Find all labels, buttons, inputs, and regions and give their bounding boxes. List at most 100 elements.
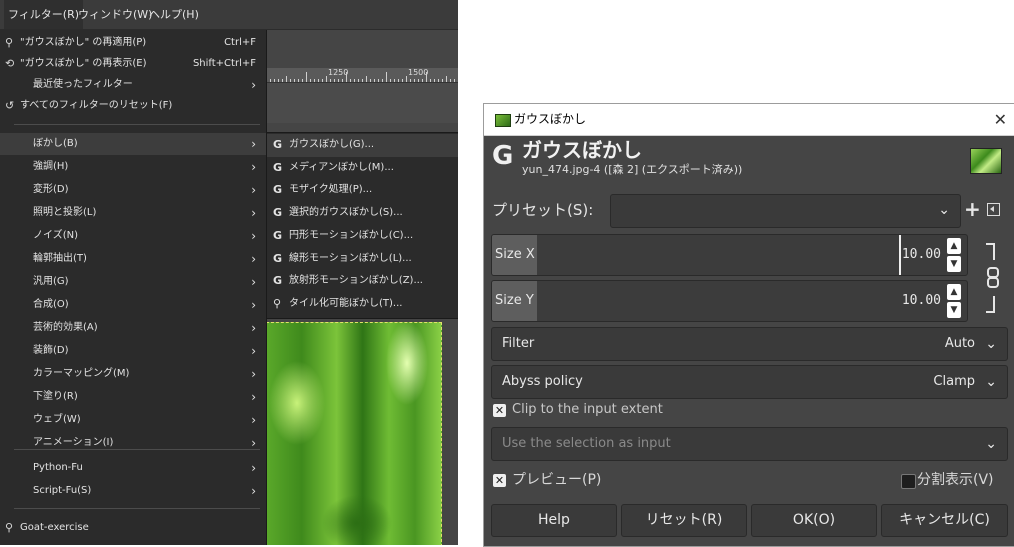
- menu-item-generic[interactable]: 汎用(G) ›: [0, 271, 266, 293]
- menu-item-reapply[interactable]: ⚲ "ガウスぼかし" の再適用(P) Ctrl+F: [0, 32, 266, 54]
- abyss-policy-value: Clamp: [933, 374, 975, 389]
- submenu-item-gaussian-blur[interactable]: G ガウスぼかし(G)...: [267, 134, 458, 157]
- filter-combo[interactable]: Filter Auto ⌄: [491, 327, 1008, 361]
- menu-item-label: Goat-exercise: [20, 522, 89, 533]
- menu-item-label: ノイズ(N): [33, 230, 78, 241]
- gimp-window: フィルター(R) ウィンドウ(W) ヘルプ(H) 1250 1500 ⚲ "ガウ…: [0, 0, 458, 545]
- menu-item-web[interactable]: ウェブ(W) ›: [0, 409, 266, 431]
- menu-item-label: Script-Fu(S): [33, 485, 92, 496]
- submenu-item-tileable-blur[interactable]: ⚲ タイル化可能ぼかし(T)...: [267, 293, 458, 316]
- reapply-icon: ⚲: [5, 36, 14, 49]
- submenu-item-selective-gaussian[interactable]: G 選択的ガウスぼかし(S)...: [267, 202, 458, 225]
- menu-item-reset-all[interactable]: ↺ すべてのフィルターのリセット(F): [0, 95, 266, 117]
- filter-value: Auto: [944, 336, 975, 351]
- split-view-label: 分割表示(V): [917, 472, 994, 488]
- menu-item-noise[interactable]: ノイズ(N) ›: [0, 225, 266, 247]
- window-title: ガウスぼかし: [514, 112, 587, 126]
- menu-item-goat-exercise[interactable]: ⚲ Goat-exercise: [0, 517, 266, 539]
- menu-item-label: 汎用(G): [33, 276, 69, 287]
- selection-input-label: Use the selection as input: [502, 436, 671, 451]
- menu-separator: [14, 124, 260, 125]
- ruler-tick: [274, 79, 275, 82]
- ruler-tick: [354, 79, 355, 82]
- shortcut-label: Ctrl+F: [224, 37, 256, 48]
- ruler-tick: [346, 72, 347, 82]
- clip-checkbox[interactable]: ✕: [493, 404, 506, 417]
- menu-item-python-fu[interactable]: Python-Fu ›: [0, 457, 266, 479]
- menu-item-label: 装飾(D): [33, 345, 69, 356]
- menu-help[interactable]: ヘルプ(H): [145, 0, 203, 29]
- chevron-right-icon: ›: [251, 78, 256, 92]
- ruler-tick: [270, 79, 271, 82]
- menu-item-label: 強調(H): [33, 161, 69, 172]
- reset-button[interactable]: リセット(R): [621, 504, 747, 537]
- increment-icon[interactable]: ▲: [947, 238, 961, 254]
- ruler-tick: [330, 79, 331, 82]
- menu-item-label: アニメーション(I): [33, 437, 114, 448]
- submenu-item-pixelize[interactable]: G モザイク処理(P)...: [267, 179, 458, 202]
- ruler-tick: [374, 79, 375, 82]
- ruler-tick: [302, 79, 303, 82]
- menu-item-decor[interactable]: 装飾(D) ›: [0, 340, 266, 362]
- submenu-item-zoom-motion[interactable]: G 放射形モーションぼかし(Z)...: [267, 270, 458, 293]
- menu-item-animation[interactable]: アニメーション(I) ›: [0, 432, 266, 454]
- menu-separator: [14, 449, 260, 450]
- ruler-tick: [366, 76, 367, 82]
- menu-item-enhance[interactable]: 強調(H) ›: [0, 156, 266, 178]
- gegl-icon: G: [273, 206, 283, 220]
- submenu-item-circular-motion[interactable]: G 円形モーションぼかし(C)...: [267, 225, 458, 248]
- script-icon: ⚲: [273, 296, 282, 310]
- submenu-item-median-blur[interactable]: G メディアンぼかし(M)...: [267, 157, 458, 180]
- preset-label: プリセット(S):: [492, 201, 594, 219]
- close-icon[interactable]: ✕: [994, 104, 1007, 135]
- menu-item-light-shadow[interactable]: 照明と投影(L) ›: [0, 202, 266, 224]
- split-view-checkbox[interactable]: [901, 474, 916, 489]
- add-preset-icon[interactable]: +: [964, 197, 981, 221]
- menu-filters[interactable]: フィルター(R): [4, 0, 84, 29]
- image-canvas[interactable]: [266, 322, 442, 545]
- ruler-tick: [294, 79, 295, 82]
- size-y-value[interactable]: 10.00: [902, 281, 941, 321]
- submenu-item-label: 円形モーションぼかし(C)...: [289, 229, 414, 241]
- chain-link-icon[interactable]: [978, 240, 1004, 316]
- ok-button[interactable]: OK(O): [751, 504, 877, 537]
- ruler-tick: [282, 79, 283, 82]
- preset-menu-icon[interactable]: [987, 203, 1000, 216]
- ruler-tick: [290, 79, 291, 82]
- filter-label: Filter: [502, 336, 535, 351]
- gegl-icon: G: [273, 138, 283, 151]
- canvas-top-area: [266, 83, 458, 123]
- submenu-item-label: 選択的ガウスぼかし(S)...: [289, 207, 403, 219]
- menu-item-reshow[interactable]: ⟲ "ガウスぼかし" の再表示(E) Shift+Ctrl+F: [0, 53, 266, 75]
- size-y-spinscale[interactable]: Size Y 10.00 ▲ ▼: [491, 280, 968, 322]
- ruler-tick: [410, 79, 411, 82]
- preview-checkbox[interactable]: ✕: [493, 474, 506, 487]
- menu-item-combine[interactable]: 合成(O) ›: [0, 294, 266, 316]
- decrement-icon[interactable]: ▼: [947, 302, 961, 318]
- help-button[interactable]: Help: [491, 504, 617, 537]
- menu-item-map[interactable]: カラーマッピング(M) ›: [0, 363, 266, 385]
- menu-item-recent-filters[interactable]: 最近使ったフィルター ›: [0, 74, 266, 96]
- preset-combo[interactable]: ⌄: [610, 194, 961, 228]
- ruler-tick: [378, 79, 379, 82]
- menu-item-edge-detect[interactable]: 輪郭抽出(T) ›: [0, 248, 266, 270]
- chevron-down-icon: ⌄: [985, 374, 997, 390]
- increment-icon[interactable]: ▲: [947, 284, 961, 300]
- gegl-icon: G: [273, 183, 283, 197]
- submenu-item-linear-motion[interactable]: G 線形モーションぼかし(L)...: [267, 248, 458, 271]
- ruler-tick: [430, 79, 431, 82]
- decrement-icon[interactable]: ▼: [947, 256, 961, 272]
- menu-item-blur[interactable]: ぼかし(B) ›: [0, 133, 266, 155]
- size-x-value[interactable]: 10.00: [898, 235, 941, 275]
- abyss-policy-combo[interactable]: Abyss policy Clamp ⌄: [491, 365, 1008, 399]
- menu-item-render[interactable]: 下塗り(R) ›: [0, 386, 266, 408]
- menu-item-script-fu[interactable]: Script-Fu(S) ›: [0, 480, 266, 502]
- horizontal-ruler: 1250 1500: [266, 68, 458, 83]
- selection-input-combo[interactable]: Use the selection as input ⌄: [491, 427, 1008, 461]
- menu-item-artistic[interactable]: 芸術的効果(A) ›: [0, 317, 266, 339]
- cancel-button[interactable]: キャンセル(C): [881, 504, 1008, 537]
- menu-item-distorts[interactable]: 変形(D) ›: [0, 179, 266, 201]
- submenu-item-label: モザイク処理(P)...: [289, 184, 373, 196]
- ruler-tick: [426, 72, 427, 82]
- size-x-spinscale[interactable]: Size X 10.00 ▲ ▼: [491, 234, 968, 276]
